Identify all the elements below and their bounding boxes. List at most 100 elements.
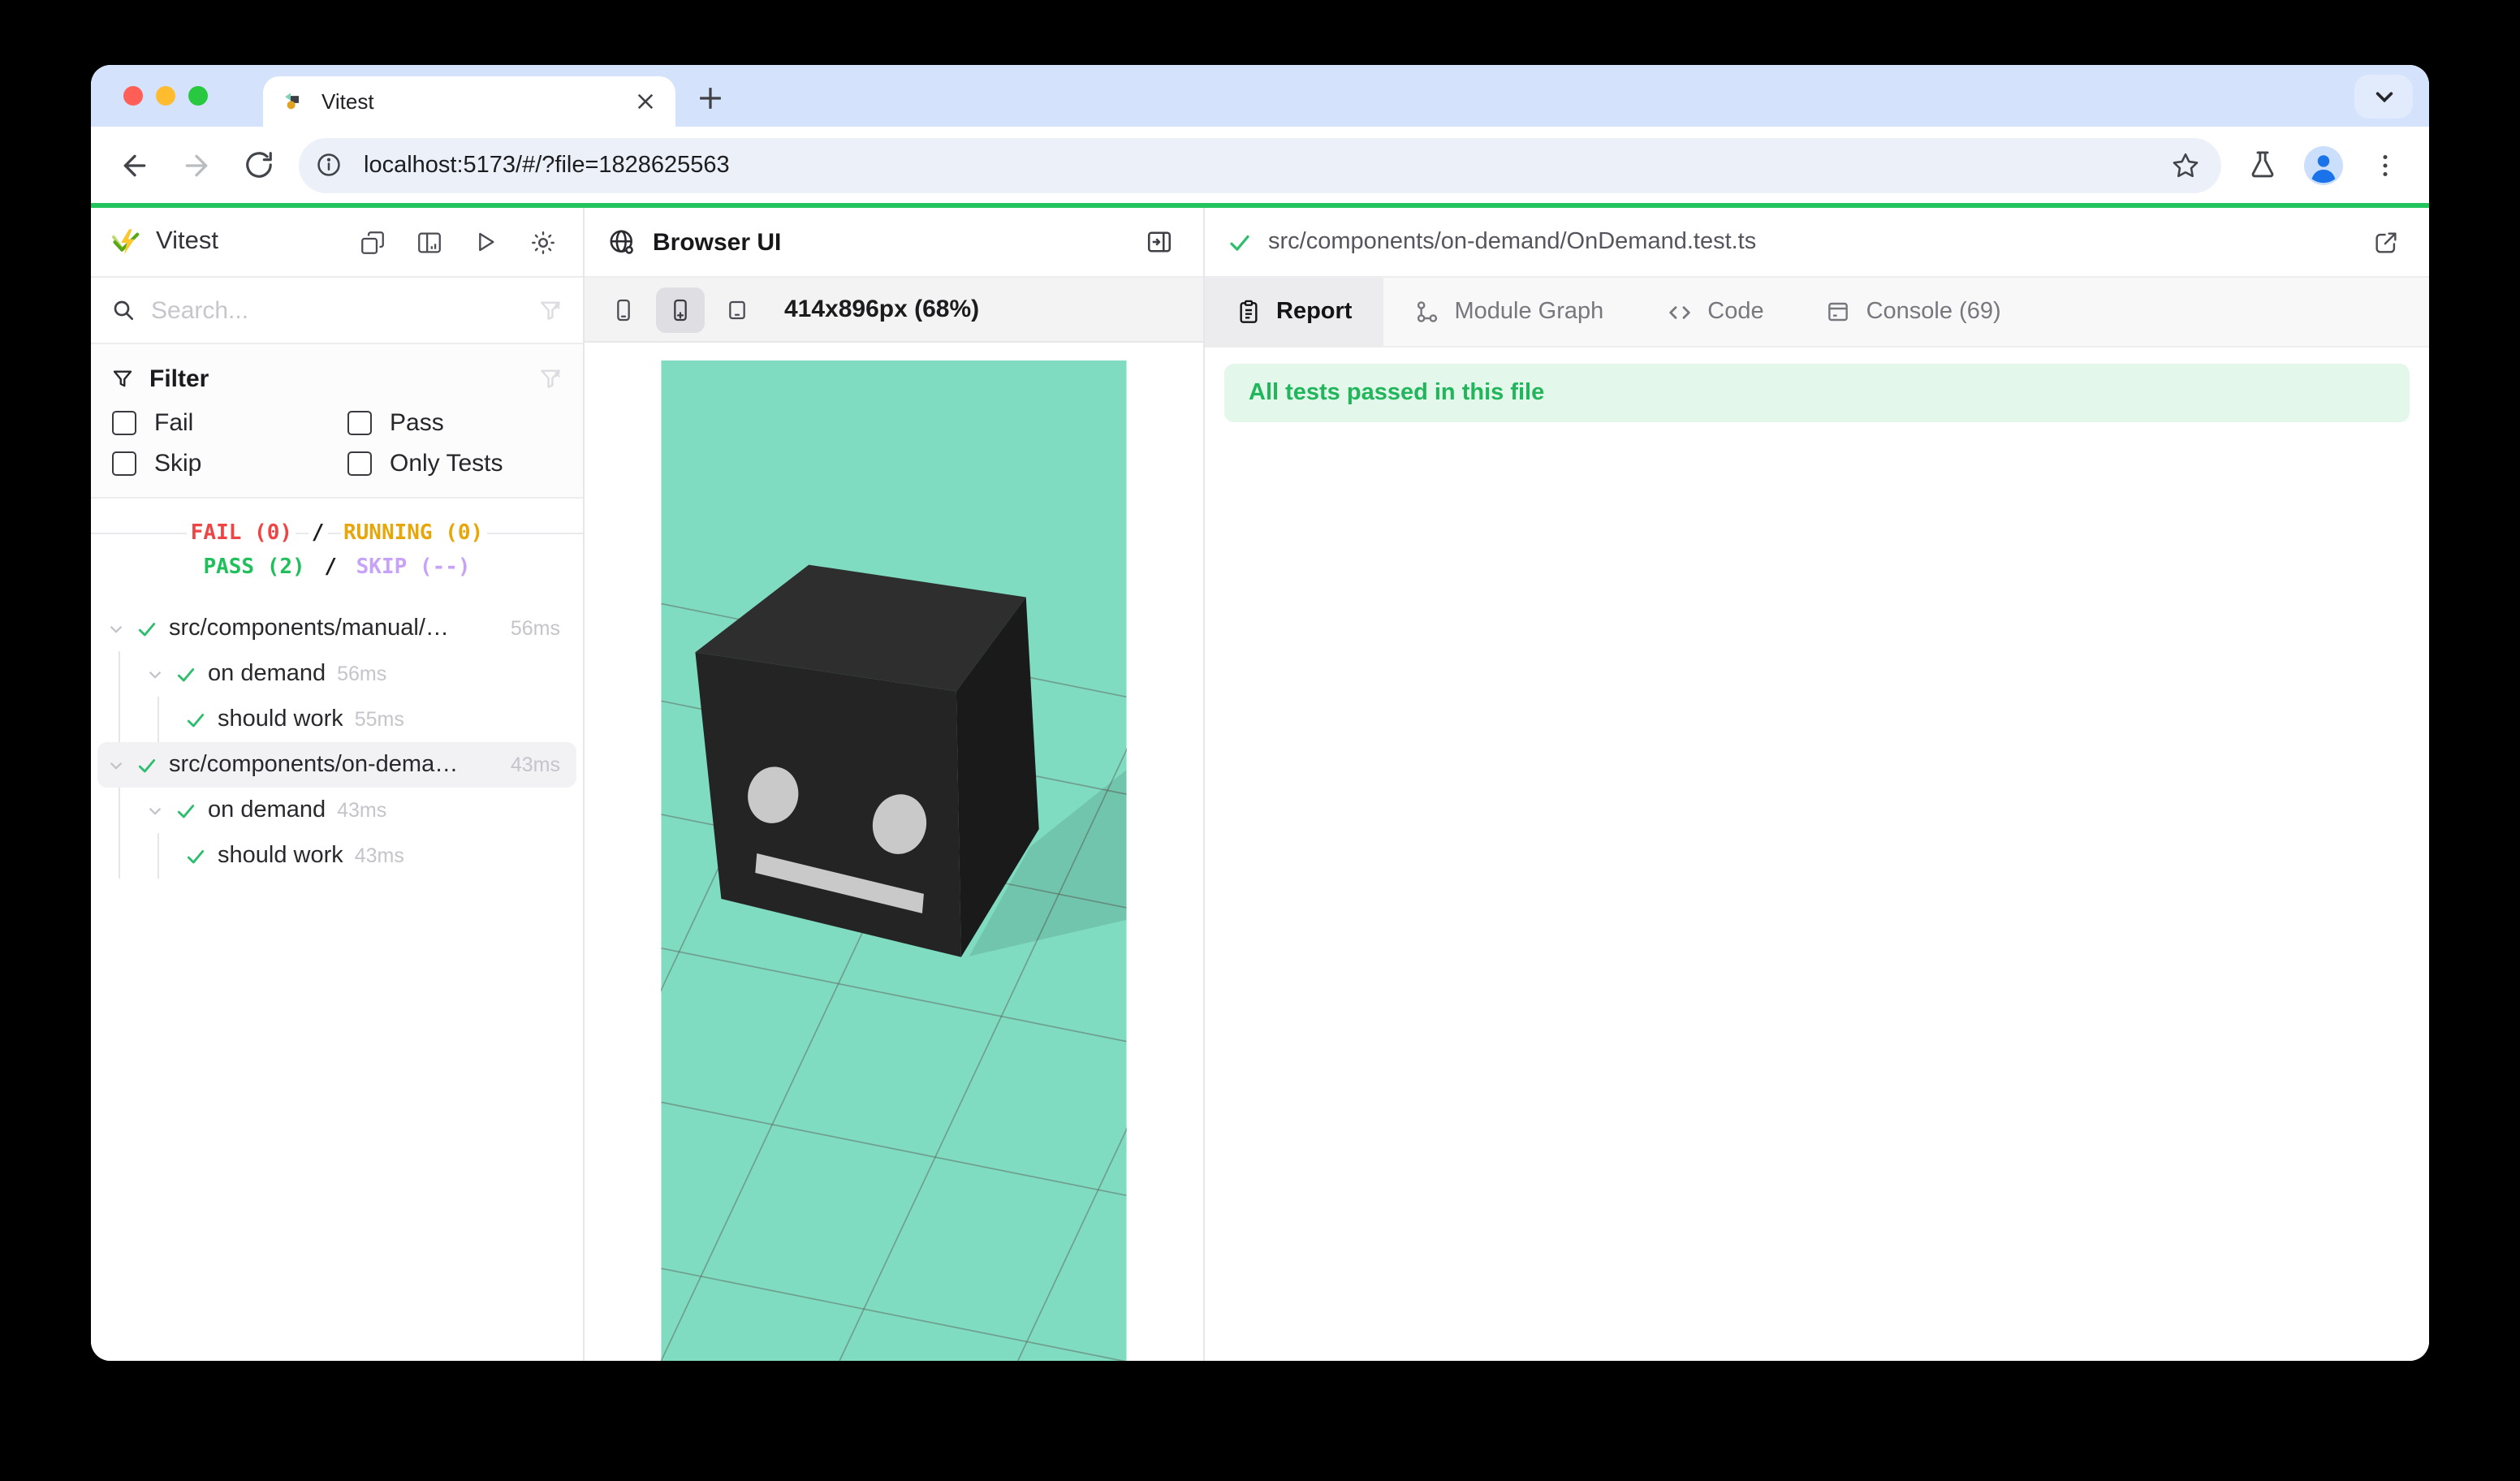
open-external-icon[interactable] bbox=[2364, 221, 2406, 263]
browser-menu-icon[interactable] bbox=[2358, 137, 2413, 192]
separator: / bbox=[309, 521, 328, 546]
checkbox-label: Fail bbox=[154, 409, 193, 437]
code-icon bbox=[1665, 298, 1693, 326]
pass-check-icon bbox=[136, 618, 158, 639]
vitest-logo-icon bbox=[110, 227, 141, 257]
preview-area bbox=[585, 343, 1203, 1361]
suite-label: on demand bbox=[208, 797, 326, 823]
vitest-favicon-icon bbox=[283, 89, 307, 114]
duration: 43ms bbox=[337, 799, 386, 822]
chevron-down-icon[interactable] bbox=[107, 756, 125, 774]
tab-code[interactable]: Code bbox=[1634, 278, 1794, 346]
run-all-play-icon[interactable] bbox=[464, 221, 507, 263]
browser-window: Vitest bbox=[91, 65, 2429, 1361]
pass-check-icon bbox=[1228, 230, 1252, 254]
tree-test-row[interactable]: should work 55ms bbox=[91, 697, 583, 742]
search-input[interactable]: Search... bbox=[151, 296, 523, 324]
test-tree: src/components/manual/… 56ms on demand 5… bbox=[91, 596, 583, 1361]
device-phone-plus-button-selected[interactable] bbox=[656, 287, 705, 332]
all-tests-passed-banner: All tests passed in this file bbox=[1224, 364, 2410, 422]
suite-label: on demand bbox=[208, 661, 326, 687]
experiments-flask-icon[interactable] bbox=[2234, 137, 2289, 192]
pass-check-icon bbox=[185, 709, 206, 730]
viewport-size-label: 414x896px (68%) bbox=[784, 296, 979, 323]
close-window-button[interactable] bbox=[123, 86, 143, 106]
tab-label: Console (69) bbox=[1866, 299, 2001, 325]
clear-search-filter-icon[interactable] bbox=[537, 297, 563, 323]
clear-filter-icon[interactable] bbox=[537, 365, 563, 391]
checkbox-label: Only Tests bbox=[390, 450, 503, 477]
app-title: Vitest bbox=[156, 227, 336, 257]
sidebar: Vitest bbox=[91, 208, 585, 1361]
vitest-ui: Vitest bbox=[91, 208, 2429, 1361]
detail-header: src/components/on-demand/OnDemand.test.t… bbox=[1205, 208, 2429, 278]
running-count: RUNNING (0) bbox=[340, 521, 486, 546]
test-file-label: src/components/manual/… bbox=[169, 615, 449, 641]
open-panel-right-icon[interactable] bbox=[1138, 221, 1180, 263]
reload-button[interactable] bbox=[231, 137, 286, 192]
collapse-panels-icon[interactable] bbox=[351, 221, 393, 263]
url-bar[interactable]: localhost:5173/#/?file=1828625563 bbox=[299, 137, 2221, 192]
pass-check-icon bbox=[175, 800, 196, 821]
browser-toolbar: localhost:5173/#/?file=1828625563 bbox=[91, 127, 2429, 203]
site-info-icon[interactable] bbox=[307, 144, 349, 186]
browser-tab-vitest[interactable]: Vitest bbox=[263, 76, 675, 127]
checkbox[interactable] bbox=[347, 451, 372, 476]
bookmark-star-icon[interactable] bbox=[2163, 142, 2208, 188]
checkbox[interactable] bbox=[112, 451, 136, 476]
test-render-canvas[interactable] bbox=[661, 361, 1127, 1361]
tab-module-graph[interactable]: Module Graph bbox=[1383, 278, 1634, 346]
duration: 56ms bbox=[337, 663, 386, 685]
close-tab-icon[interactable] bbox=[630, 87, 659, 116]
separator: / bbox=[321, 555, 340, 580]
current-file-path: src/components/on-demand/OnDemand.test.t… bbox=[1268, 229, 2348, 255]
forward-button[interactable] bbox=[169, 137, 224, 192]
module-graph-icon bbox=[1413, 299, 1439, 325]
tree-file-row[interactable]: src/components/manual/… 56ms bbox=[91, 606, 583, 651]
tree-file-row-selected[interactable]: src/components/on-dema… 43ms bbox=[97, 742, 576, 788]
device-phone-small-button[interactable] bbox=[599, 287, 648, 332]
chevron-down-icon[interactable] bbox=[107, 620, 125, 637]
profile-avatar[interactable] bbox=[2296, 137, 2351, 192]
device-tablet-button[interactable] bbox=[713, 287, 762, 332]
tab-label: Code bbox=[1707, 299, 1763, 325]
filter-panel: Filter Fail Pass bbox=[91, 344, 583, 499]
fail-count: FAIL (0) bbox=[188, 521, 296, 546]
console-icon bbox=[1826, 299, 1852, 325]
theme-toggle-sun-icon[interactable] bbox=[521, 221, 563, 263]
chevron-down-icon[interactable] bbox=[146, 801, 164, 819]
test-label: should work bbox=[218, 706, 343, 732]
filter-checkbox-pass[interactable]: Pass bbox=[347, 409, 563, 437]
url-text[interactable]: localhost:5173/#/?file=1828625563 bbox=[364, 152, 2148, 178]
back-button[interactable] bbox=[107, 137, 162, 192]
tree-suite-row[interactable]: on demand 56ms bbox=[91, 651, 583, 697]
new-tab-button[interactable] bbox=[685, 73, 734, 122]
test-file-label: src/components/on-dema… bbox=[169, 752, 458, 778]
sidebar-header: Vitest bbox=[91, 208, 583, 278]
tab-label: Module Graph bbox=[1454, 299, 1603, 325]
tab-console[interactable]: Console (69) bbox=[1795, 278, 2032, 346]
search-bar[interactable]: Search... bbox=[91, 278, 583, 344]
tab-search-chevron-button[interactable] bbox=[2354, 75, 2413, 119]
chevron-down-icon[interactable] bbox=[146, 665, 164, 683]
window-controls bbox=[91, 65, 227, 127]
screen: Vitest bbox=[0, 0, 2520, 1481]
filter-checkbox-only-tests[interactable]: Only Tests bbox=[347, 450, 563, 477]
filter-checkbox-fail[interactable]: Fail bbox=[112, 409, 347, 437]
pass-check-icon bbox=[175, 663, 196, 684]
duration: 43ms bbox=[511, 753, 576, 776]
tree-test-row[interactable]: should work 43ms bbox=[91, 833, 583, 879]
duration: 55ms bbox=[355, 708, 404, 731]
zoom-window-button[interactable] bbox=[188, 86, 208, 106]
filter-checkbox-skip[interactable]: Skip bbox=[112, 450, 347, 477]
preview-title: Browser UI bbox=[653, 228, 1122, 256]
pass-check-icon bbox=[136, 754, 158, 775]
checkbox[interactable] bbox=[112, 411, 136, 435]
tab-report[interactable]: Report bbox=[1205, 278, 1383, 346]
dashboard-icon[interactable] bbox=[408, 221, 450, 263]
test-run-stats: FAIL (0) / RUNNING (0) PASS (2) / SKIP (… bbox=[91, 499, 583, 596]
minimize-window-button[interactable] bbox=[156, 86, 175, 106]
test-label: should work bbox=[218, 843, 343, 869]
tree-suite-row[interactable]: on demand 43ms bbox=[91, 788, 583, 833]
checkbox[interactable] bbox=[347, 411, 372, 435]
